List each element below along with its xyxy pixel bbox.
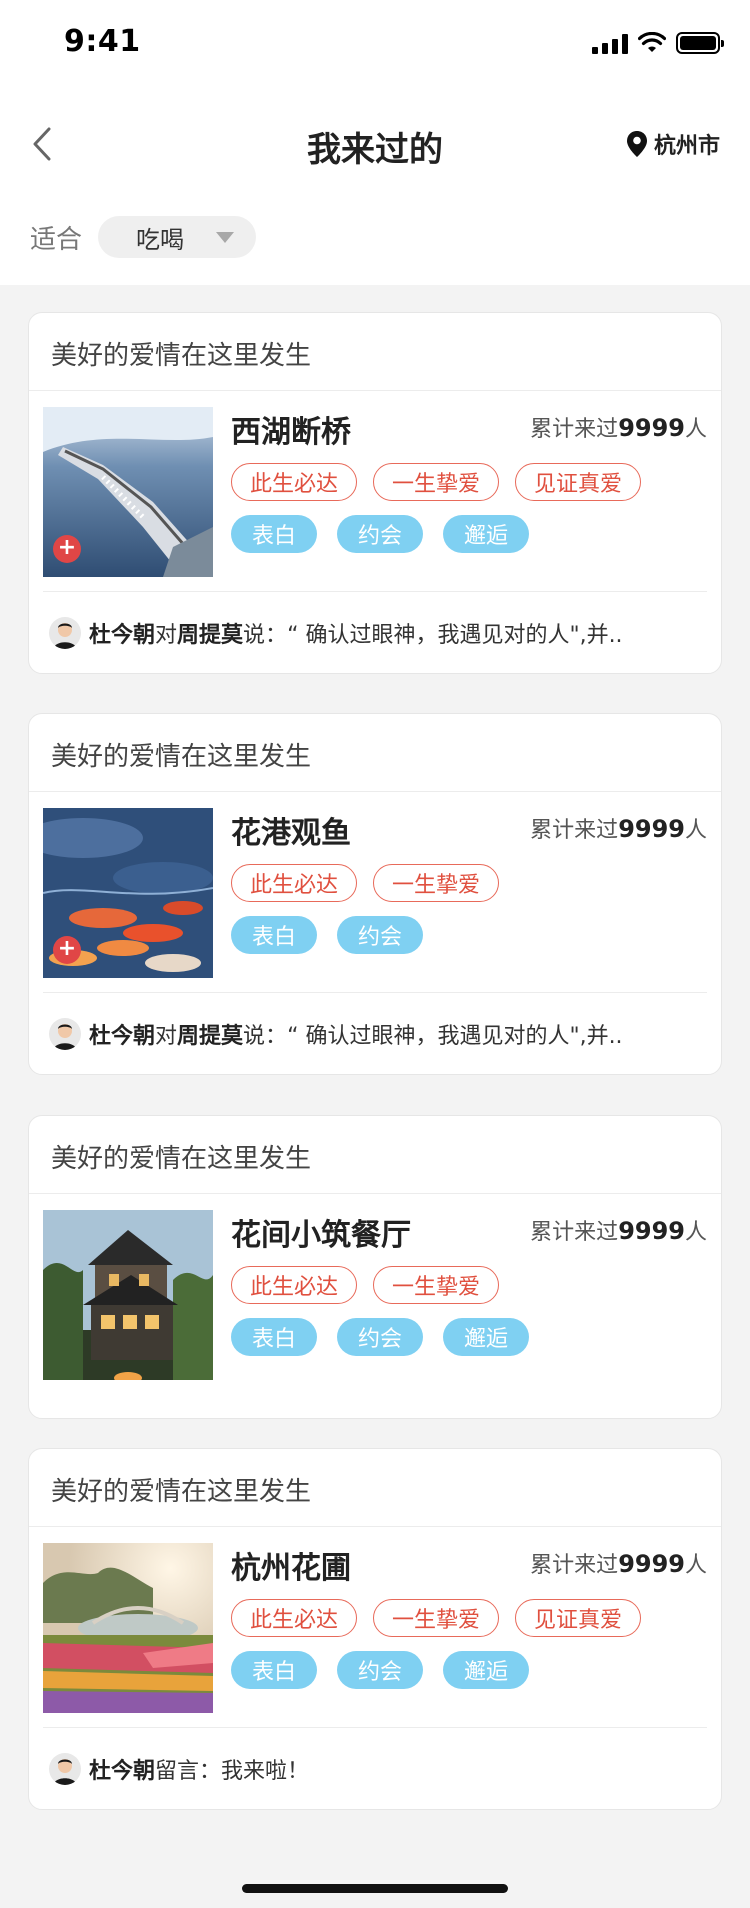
tag[interactable]: 见证真爱 bbox=[515, 463, 642, 501]
tag[interactable]: 邂逅 bbox=[443, 1651, 529, 1689]
card-body: 杭州花圃 累计来过9999人 此生必达 一生挚爱 见证真爱 表白 约会 邂逅 bbox=[29, 1527, 721, 1727]
place-card[interactable]: 美好的爱情在这里发生 花间小筑餐厅 累计来过9999人 此生必达 一生挚爱 表白… bbox=[28, 1115, 722, 1419]
place-name: 杭州花圃 bbox=[231, 1551, 351, 1586]
card-header: 美好的爱情在这里发生 bbox=[29, 1449, 721, 1527]
card-footer[interactable]: 杜今朝留言：我来啦！ bbox=[43, 1727, 707, 1809]
card-body: + 花港观鱼 累计来过9999人 此生必达 一生挚爱 表白 约会 bbox=[29, 792, 721, 992]
place-card[interactable]: 美好的爱情在这里发生 + 花港观鱼 累计来过9999人 此生必达 一生挚爱 表白… bbox=[28, 713, 722, 1075]
status-time: 9:41 bbox=[64, 24, 141, 59]
filter-label: 适合 bbox=[30, 224, 83, 255]
place-image[interactable] bbox=[43, 1543, 213, 1713]
avatar bbox=[49, 616, 81, 649]
footer-message: 杜今朝对周提莫说：“ 确认过眼神，我遇见对的人",并.. bbox=[89, 1023, 623, 1049]
tag[interactable]: 约会 bbox=[337, 1318, 423, 1356]
tag[interactable]: 此生必达 bbox=[231, 1599, 358, 1637]
location-label: 杭州市 bbox=[653, 134, 720, 159]
tag[interactable]: 一生挚爱 bbox=[373, 463, 500, 501]
tag-group-secondary: 表白 约会 邂逅 bbox=[231, 515, 529, 553]
place-card[interactable]: 美好的爱情在这里发生 + 西湖断桥 累计来过9999人 此生必达 一生挚爱 见证… bbox=[28, 312, 722, 674]
tag-group-primary: 此生必达 一生挚爱 见证真爱 bbox=[231, 463, 642, 501]
home-indicator[interactable] bbox=[242, 1884, 508, 1893]
place-card[interactable]: 美好的爱情在这里发生 杭州花圃 累计来过9999人 此生必达 一生挚爱 见证真爱… bbox=[28, 1448, 722, 1810]
tag[interactable]: 表白 bbox=[231, 1651, 317, 1689]
filter-row: 适合 吃喝 bbox=[30, 216, 257, 258]
tag[interactable]: 约会 bbox=[337, 916, 423, 954]
tag[interactable]: 表白 bbox=[231, 916, 317, 954]
tag-group-primary: 此生必达 一生挚爱 见证真爱 bbox=[231, 1599, 642, 1637]
location-pin-icon bbox=[626, 131, 647, 157]
visit-count: 累计来过9999人 bbox=[530, 414, 707, 442]
card-header: 美好的爱情在这里发生 bbox=[29, 1116, 721, 1194]
card-footer[interactable]: 杜今朝对周提莫说：“ 确认过眼神，我遇见对的人",并.. bbox=[43, 992, 707, 1074]
tag[interactable]: 此生必达 bbox=[231, 463, 358, 501]
place-name: 花港观鱼 bbox=[231, 816, 351, 851]
place-image[interactable]: + bbox=[43, 407, 213, 577]
tag[interactable]: 此生必达 bbox=[231, 1266, 358, 1304]
tag[interactable]: 表白 bbox=[231, 1318, 317, 1356]
place-name: 花间小筑餐厅 bbox=[231, 1218, 411, 1253]
footer-message: 杜今朝留言：我来啦！ bbox=[89, 1758, 310, 1784]
cellular-signal-icon bbox=[592, 32, 628, 54]
card-header: 美好的爱情在这里发生 bbox=[29, 714, 721, 792]
visit-count: 累计来过9999人 bbox=[530, 1217, 707, 1245]
tag-group-primary: 此生必达 一生挚爱 bbox=[231, 1266, 500, 1304]
dropdown-triangle-icon bbox=[216, 231, 235, 243]
top-area: 9:41 我来过的 杭州市 适合 吃喝 bbox=[0, 0, 750, 285]
place-name: 西湖断桥 bbox=[231, 415, 351, 450]
place-image[interactable]: + bbox=[43, 808, 213, 978]
card-body: 花间小筑餐厅 累计来过9999人 此生必达 一生挚爱 表白 约会 邂逅 bbox=[29, 1194, 721, 1394]
tag[interactable]: 一生挚爱 bbox=[373, 864, 500, 902]
card-body: + 西湖断桥 累计来过9999人 此生必达 一生挚爱 见证真爱 表白 约会 邂逅 bbox=[29, 391, 721, 591]
visit-count: 累计来过9999人 bbox=[530, 1550, 707, 1578]
tag[interactable]: 约会 bbox=[337, 515, 423, 553]
wifi-icon bbox=[638, 32, 666, 52]
card-footer[interactable]: 杜今朝对周提莫说：“ 确认过眼神，我遇见对的人",并.. bbox=[43, 591, 707, 673]
visit-count: 累计来过9999人 bbox=[530, 815, 707, 843]
avatar bbox=[49, 1017, 81, 1050]
tag[interactable]: 表白 bbox=[231, 515, 317, 553]
footer-message: 杜今朝对周提莫说：“ 确认过眼神，我遇见对的人",并.. bbox=[89, 622, 623, 648]
tag[interactable]: 邂逅 bbox=[443, 515, 529, 553]
tag-group-primary: 此生必达 一生挚爱 bbox=[231, 864, 500, 902]
filter-value: 吃喝 bbox=[136, 225, 185, 254]
status-icons bbox=[592, 32, 724, 54]
tag[interactable]: 此生必达 bbox=[231, 864, 358, 902]
place-image[interactable] bbox=[43, 1210, 213, 1380]
add-icon[interactable]: + bbox=[53, 535, 81, 563]
tag[interactable]: 邂逅 bbox=[443, 1318, 529, 1356]
status-bar: 9:41 bbox=[0, 0, 750, 88]
add-icon[interactable]: + bbox=[53, 936, 81, 964]
location-selector[interactable]: 杭州市 bbox=[626, 128, 720, 160]
tag[interactable]: 见证真爱 bbox=[515, 1599, 642, 1637]
avatar bbox=[49, 1752, 81, 1785]
tag-group-secondary: 表白 约会 邂逅 bbox=[231, 1651, 529, 1689]
tag[interactable]: 约会 bbox=[337, 1651, 423, 1689]
battery-icon bbox=[676, 32, 724, 54]
tag-group-secondary: 表白 约会 邂逅 bbox=[231, 1318, 529, 1356]
filter-dropdown[interactable]: 吃喝 bbox=[98, 216, 257, 258]
tag[interactable]: 一生挚爱 bbox=[373, 1266, 500, 1304]
tag-group-secondary: 表白 约会 bbox=[231, 916, 423, 954]
card-header: 美好的爱情在这里发生 bbox=[29, 313, 721, 391]
tag[interactable]: 一生挚爱 bbox=[373, 1599, 500, 1637]
nav-bar: 我来过的 杭州市 bbox=[0, 110, 750, 180]
